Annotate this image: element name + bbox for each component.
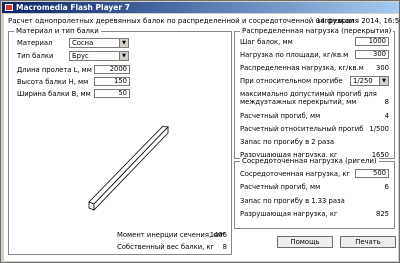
concentrated-load-label: Сосредоточенная нагрузка, кг — [240, 170, 351, 178]
beam-top-face — [88, 125, 169, 205]
help-button[interactable]: Помощь — [277, 236, 333, 248]
page-title: Расчет однопролетных деревянных балок по… — [8, 17, 355, 25]
beam-illustration — [88, 125, 169, 211]
beam-height-input[interactable]: 150 — [94, 77, 130, 86]
chevron-down-icon[interactable]: ▼ — [119, 39, 128, 47]
beam-type-select[interactable]: Брус ▼ — [69, 51, 129, 61]
print-button[interactable]: Печать — [340, 236, 396, 248]
distributed-load-legend: Распределенная нагрузка (перекрытия) — [240, 27, 394, 36]
concentrated-reserve-label: Запас по прогибу в 1.33 раза — [240, 197, 345, 205]
distributed-load-value: 300 — [376, 64, 389, 72]
material-select[interactable]: Сосна ▼ — [69, 38, 129, 48]
inertia-value: 1406 — [209, 231, 227, 239]
deflection-reserve-label: Запас по прогибу в 2 раза — [240, 138, 334, 146]
calc-deflection-label: Расчетный прогиб, мм — [240, 112, 321, 120]
relative-deflection-select[interactable]: 1/250 ▼ — [350, 76, 389, 86]
distributed-load-label: Распределенная нагрузка, кг/кв.м — [240, 64, 364, 72]
concentrated-breaking-load-label: Разрушающая нагрузка, кг — [240, 210, 338, 218]
chevron-down-icon[interactable]: ▼ — [379, 77, 388, 85]
relative-deflection-select-value: 1/250 — [353, 77, 373, 85]
max-deflection-label-line2: междуэтажных перекрытий, мм — [240, 98, 357, 106]
beam-side-face — [93, 126, 169, 211]
calc-relative-deflection-label: Расчетный относительный прогиб — [240, 125, 364, 133]
beam-width-label: Ширина балки B, мм — [17, 90, 91, 98]
span-length-input[interactable]: 2000 — [94, 65, 130, 74]
distributed-load-group: Распределенная нагрузка (перекрытия) Шаг… — [234, 27, 395, 159]
concentrated-load-legend: Сосредоточенная нагрузка (ригели) — [240, 157, 379, 166]
window-titlebar: Macromedia Flash Player 7 — [2, 2, 399, 13]
app-window: Macromedia Flash Player 7 Расчет однопро… — [0, 0, 400, 263]
max-deflection-value: 8 — [384, 98, 389, 106]
material-label: Материал — [17, 39, 53, 47]
max-deflection-label-line1: максимально допустимый прогиб для — [240, 90, 377, 98]
material-select-value: Сосна — [72, 39, 94, 47]
calc-deflection-value: 4 — [384, 112, 389, 120]
concentrated-load-input[interactable]: 500 — [355, 169, 389, 178]
beam-step-input[interactable]: 1000 — [355, 37, 389, 46]
date-label: 14 февраля 2014, 16:50 — [316, 17, 400, 25]
area-load-input[interactable]: 300 — [355, 50, 389, 59]
relative-deflection-label: При относительном прогибе — [240, 77, 343, 85]
concentrated-breaking-load-value: 825 — [376, 210, 389, 218]
app-content: Расчет однопролетных деревянных балок по… — [4, 14, 400, 261]
beam-height-label: Высота балки H, мм — [17, 78, 89, 86]
beam-step-label: Шаг балок, мм — [240, 38, 293, 46]
flash-app-icon — [5, 4, 13, 11]
self-weight-value: 8 — [222, 243, 227, 251]
self-weight-label: Собственный вес балки, кг — [117, 243, 215, 251]
beam-type-label: Тип балки — [17, 52, 54, 60]
calc-relative-deflection-value: 1/500 — [369, 125, 389, 133]
beam-type-select-value: Брус — [72, 52, 89, 60]
window-title: Macromedia Flash Player 7 — [16, 3, 130, 12]
span-length-label: Длина пролета L, мм — [17, 66, 92, 74]
concentrated-calc-deflection-value: 6 — [384, 183, 389, 191]
concentrated-calc-deflection-label: Расчетный прогиб, мм — [240, 183, 321, 191]
area-load-label: Нагрузка по площади, кг/кв.м — [240, 51, 349, 59]
chevron-down-icon[interactable]: ▼ — [119, 52, 128, 60]
material-group-legend: Материал и тип балки — [14, 27, 101, 36]
beam-width-input[interactable]: 50 — [94, 89, 130, 98]
concentrated-load-group: Сосредоточенная нагрузка (ригели) Сосред… — [234, 157, 395, 229]
